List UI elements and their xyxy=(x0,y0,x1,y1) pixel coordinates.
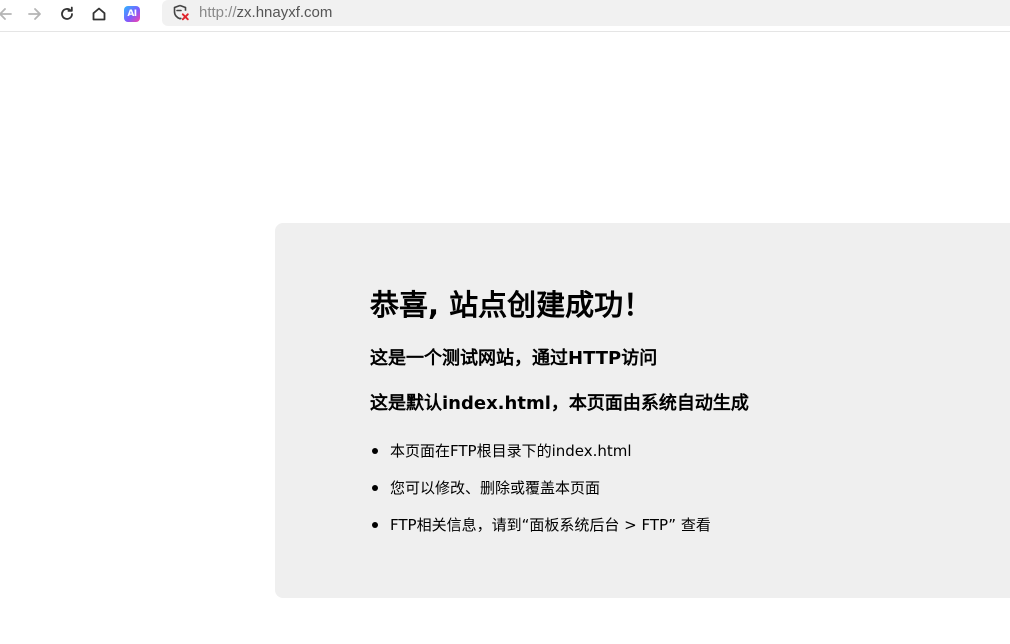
url-text[interactable]: http://zx.hnayxf.com xyxy=(199,4,332,22)
list-item: 本页面在FTP根目录下的index.html xyxy=(370,439,711,476)
url-host: zx.hnayxf.com xyxy=(236,4,333,21)
forward-button[interactable] xyxy=(22,3,48,25)
list-item-text: 您可以修改、删除或覆盖本页面 xyxy=(390,479,601,497)
bullet-icon xyxy=(372,448,378,454)
list-item: FTP相关信息，请到“面板系统后台 > FTP” 查看 xyxy=(370,513,711,550)
ai-icon: AI xyxy=(124,6,140,22)
list-item-text: 本页面在FTP根目录下的index.html xyxy=(390,442,632,460)
info-list: 本页面在FTP根目录下的index.html 您可以修改、删除或覆盖本页面 FT… xyxy=(370,439,711,550)
reload-button[interactable] xyxy=(54,3,80,25)
arrow-right-icon xyxy=(28,8,41,20)
url-protocol: http:// xyxy=(199,4,237,21)
list-item-text: FTP相关信息，请到“面板系统后台 > FTP” 查看 xyxy=(390,516,711,534)
subtitle-http: 这是一个测试网站，通过HTTP访问 xyxy=(370,348,658,369)
bullet-icon xyxy=(372,522,378,528)
browser-toolbar: AI http://zx.hnayxf.com xyxy=(0,0,1010,32)
home-icon xyxy=(92,7,106,21)
list-item: 您可以修改、删除或覆盖本页面 xyxy=(370,476,711,513)
insecure-shield-icon xyxy=(173,4,189,21)
subtitle-index: 这是默认index.html，本页面由系统自动生成 xyxy=(370,393,749,414)
arrow-left-icon xyxy=(0,8,12,20)
bullet-icon xyxy=(372,485,378,491)
back-button[interactable] xyxy=(0,3,18,25)
page-title: 恭喜, 站点创建成功！ xyxy=(370,288,653,322)
content-card: 恭喜, 站点创建成功！ 这是一个测试网站，通过HTTP访问 这是默认index.… xyxy=(275,223,1010,598)
home-button[interactable] xyxy=(86,3,112,25)
ai-assistant-button[interactable]: AI xyxy=(119,3,145,25)
reload-icon xyxy=(61,6,73,20)
address-bar[interactable]: http://zx.hnayxf.com xyxy=(162,0,1010,26)
